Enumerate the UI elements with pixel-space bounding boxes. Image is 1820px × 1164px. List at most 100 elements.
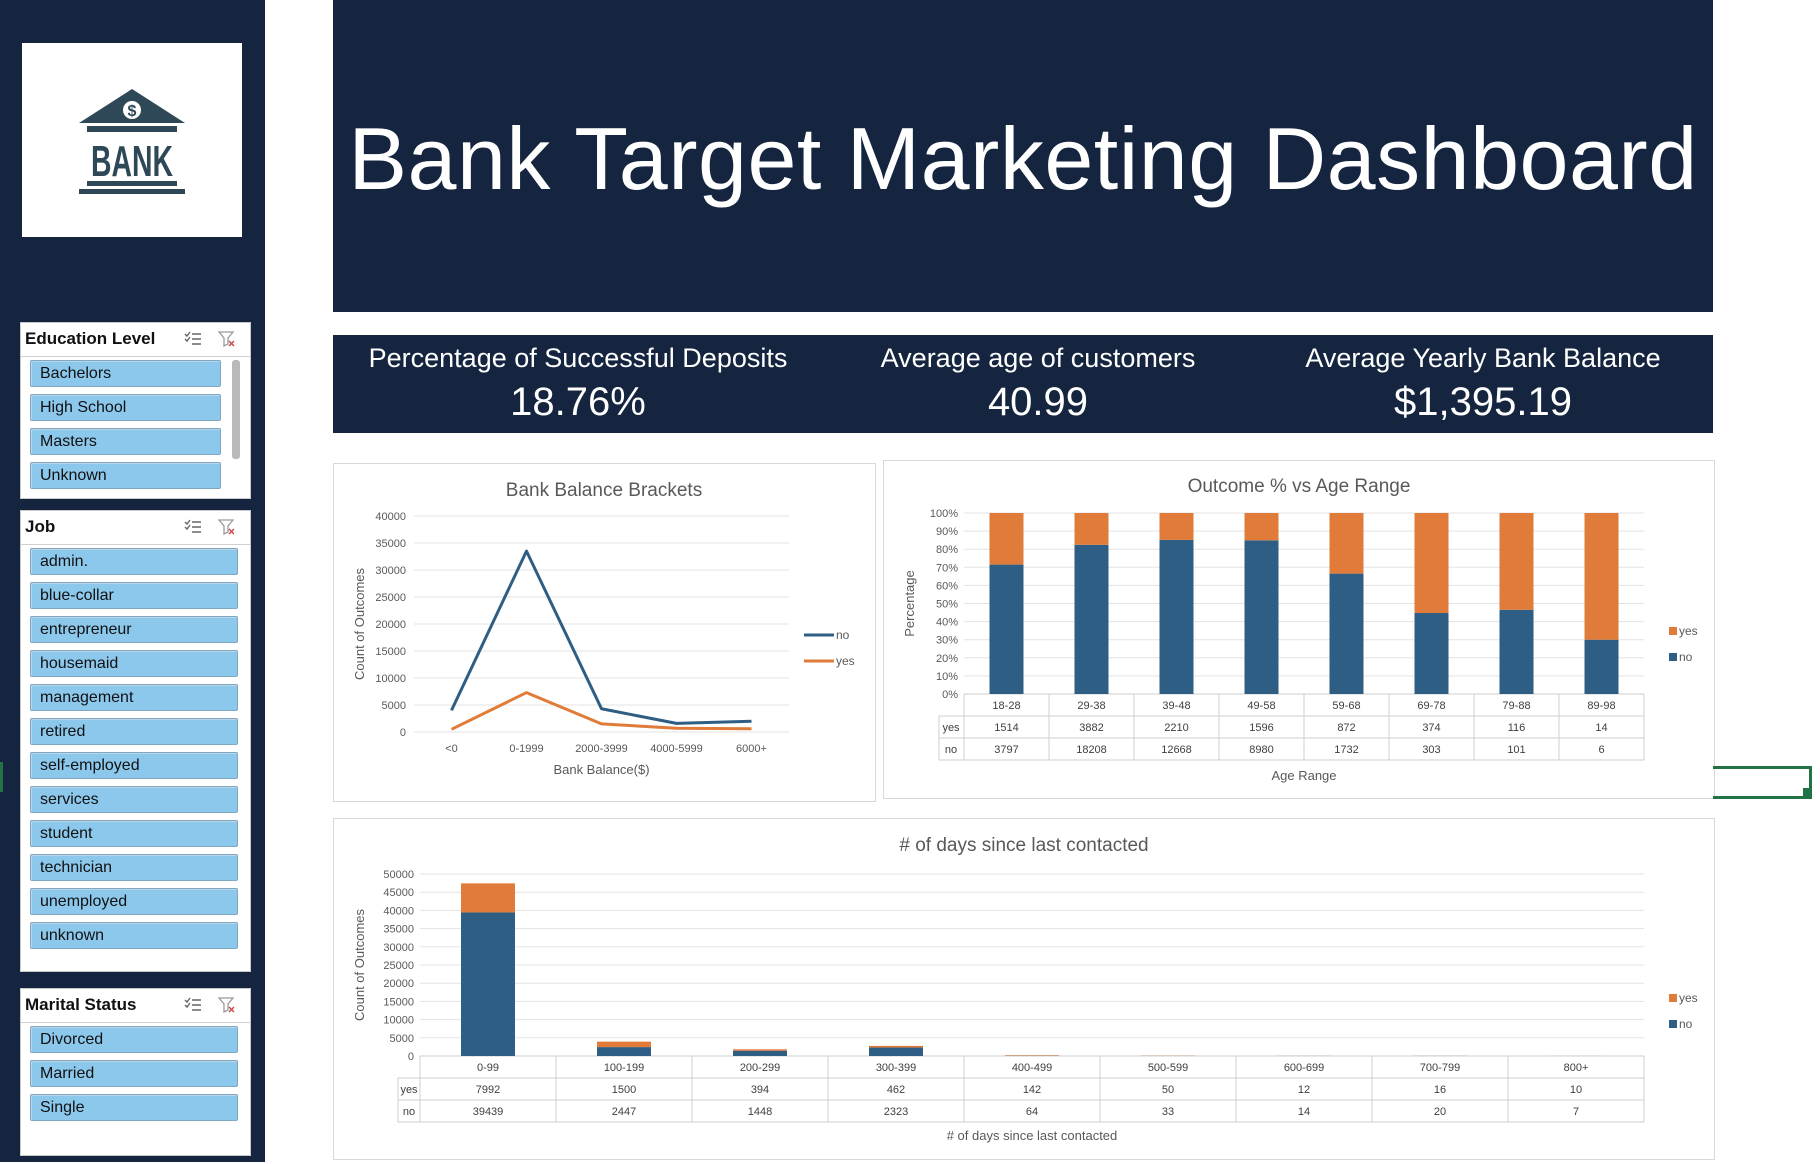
clear-filter-icon[interactable] <box>218 996 236 1014</box>
slicer-item[interactable]: admin. <box>30 548 238 575</box>
table-value-no: 3797 <box>994 744 1018 756</box>
slicer-item[interactable]: entrepreneur <box>30 616 238 643</box>
bar-no <box>869 1048 923 1056</box>
y-tick-label: 5000 <box>382 700 406 712</box>
chart-bank-balance[interactable]: Bank Balance Brackets0500010000150002000… <box>333 463 876 802</box>
slicer-item[interactable]: self-employed <box>30 752 238 779</box>
slicer-education: Education Level Bachelors High School Ma… <box>20 322 251 499</box>
y-tick-label: 30000 <box>375 565 406 577</box>
bar-yes <box>990 513 1024 565</box>
legend-label: yes <box>1679 624 1698 638</box>
kpi-label: Percentage of Successful Deposits <box>333 343 823 374</box>
y-tick-label: 35000 <box>383 924 414 936</box>
x-tick-label: 29-38 <box>1077 700 1105 712</box>
legend-label: no <box>1679 1017 1693 1031</box>
slicer-item[interactable]: Unknown <box>30 462 221 489</box>
bank-logo: $ BANK <box>22 43 242 237</box>
bar-yes <box>1005 1055 1059 1056</box>
slicer-title: Job <box>25 517 55 537</box>
kpi-value: 18.76% <box>333 380 823 425</box>
chart-days-contacted[interactable]: # of days since last contacted0500010000… <box>333 818 1715 1160</box>
x-tick-label: 200-299 <box>740 1062 780 1074</box>
slicer-item[interactable]: housemaid <box>30 650 238 677</box>
bar-no <box>1330 574 1364 694</box>
cell-marker <box>0 762 3 792</box>
slicer-item[interactable]: Masters <box>30 428 221 455</box>
y-tick-label: 20% <box>936 653 958 665</box>
y-tick-label: 50000 <box>383 869 414 881</box>
table-value-yes: 50 <box>1162 1084 1174 1096</box>
slicer-item[interactable]: High School <box>30 394 221 421</box>
x-tick-label: 6000+ <box>736 743 767 755</box>
bar-no <box>1500 610 1534 694</box>
slicer-item[interactable]: blue-collar <box>30 582 238 609</box>
slicer-item[interactable]: student <box>30 820 238 847</box>
legend-label: yes <box>1679 991 1698 1005</box>
slicer-item[interactable]: unemployed <box>30 888 238 915</box>
slicer-item[interactable]: Single <box>30 1094 238 1121</box>
logo-text: BANK <box>91 137 173 186</box>
y-tick-label: 10000 <box>383 1015 414 1027</box>
x-tick-label: <0 <box>445 743 458 755</box>
chart-age-range[interactable]: Outcome % vs Age Range0%10%20%30%40%50%6… <box>883 460 1715 799</box>
x-axis-label: Bank Balance($) <box>553 762 649 777</box>
multi-select-icon[interactable] <box>184 330 202 348</box>
scrollbar[interactable] <box>232 360 240 459</box>
slicer-item[interactable]: management <box>30 684 238 711</box>
kpi-success-rate: Percentage of Successful Deposits 18.76% <box>333 335 823 425</box>
clear-filter-icon[interactable] <box>218 518 236 536</box>
kpi-value: 40.99 <box>813 380 1263 425</box>
y-tick-label: 15000 <box>375 646 406 658</box>
legend-label: no <box>836 628 850 642</box>
table-value-yes: 1514 <box>994 722 1018 734</box>
slicer-item[interactable]: technician <box>30 854 238 881</box>
bar-no <box>1585 640 1619 694</box>
table-value-no: 8980 <box>1249 744 1273 756</box>
bank-icon: $ BANK <box>22 43 242 237</box>
slicer-item[interactable]: Married <box>30 1060 238 1087</box>
table-value-yes: 1500 <box>612 1084 636 1096</box>
y-tick-label: 90% <box>936 526 958 538</box>
slicer-item[interactable]: services <box>30 786 238 813</box>
bar-yes <box>1160 513 1194 540</box>
table-value-no: 14 <box>1298 1106 1310 1118</box>
table-value-no: 33 <box>1162 1106 1174 1118</box>
slicer-marital: Marital Status Divorced Married Single <box>20 988 251 1156</box>
table-value-yes: 16 <box>1434 1084 1446 1096</box>
table-value-yes: 3882 <box>1079 722 1103 734</box>
y-tick-label: 0 <box>400 727 406 739</box>
y-axis-label: Count of Outcomes <box>352 568 367 680</box>
clear-filter-icon[interactable] <box>218 330 236 348</box>
table-value-no: 1448 <box>748 1106 772 1118</box>
x-tick-label: 49-58 <box>1247 700 1275 712</box>
y-tick-label: 10% <box>936 671 958 683</box>
slicer-item[interactable]: Bachelors <box>30 360 221 387</box>
slicer-item[interactable]: unknown <box>30 922 238 949</box>
bar-yes <box>1500 513 1534 610</box>
multi-select-icon[interactable] <box>184 518 202 536</box>
y-tick-label: 25000 <box>375 592 406 604</box>
y-tick-label: 20000 <box>383 978 414 990</box>
bar-yes <box>869 1046 923 1048</box>
bar-no <box>461 912 515 1056</box>
y-tick-label: 40000 <box>383 905 414 917</box>
selection-handle[interactable] <box>1803 788 1812 797</box>
y-tick-label: 30000 <box>383 942 414 954</box>
x-tick-label: 600-699 <box>1284 1062 1324 1074</box>
y-tick-label: 50% <box>936 599 958 611</box>
x-tick-label: 800+ <box>1564 1062 1589 1074</box>
y-tick-label: 5000 <box>390 1033 414 1045</box>
chart-title: Outcome % vs Age Range <box>1188 476 1411 497</box>
y-tick-label: 40% <box>936 617 958 629</box>
slicer-item[interactable]: retired <box>30 718 238 745</box>
y-tick-label: 20000 <box>375 619 406 631</box>
slicer-item[interactable]: Divorced <box>30 1026 238 1053</box>
kpi-average-balance: Average Yearly Bank Balance $1,395.19 <box>1253 335 1713 425</box>
legend-swatch <box>1669 627 1677 635</box>
slicer-job: Job admin. blue-collar entrepreneur housema… <box>20 510 251 972</box>
table-row-label: yes <box>400 1084 418 1096</box>
x-tick-label: 59-68 <box>1332 700 1360 712</box>
bar-no <box>990 565 1024 694</box>
table-value-no: 2447 <box>612 1106 636 1118</box>
multi-select-icon[interactable] <box>184 996 202 1014</box>
